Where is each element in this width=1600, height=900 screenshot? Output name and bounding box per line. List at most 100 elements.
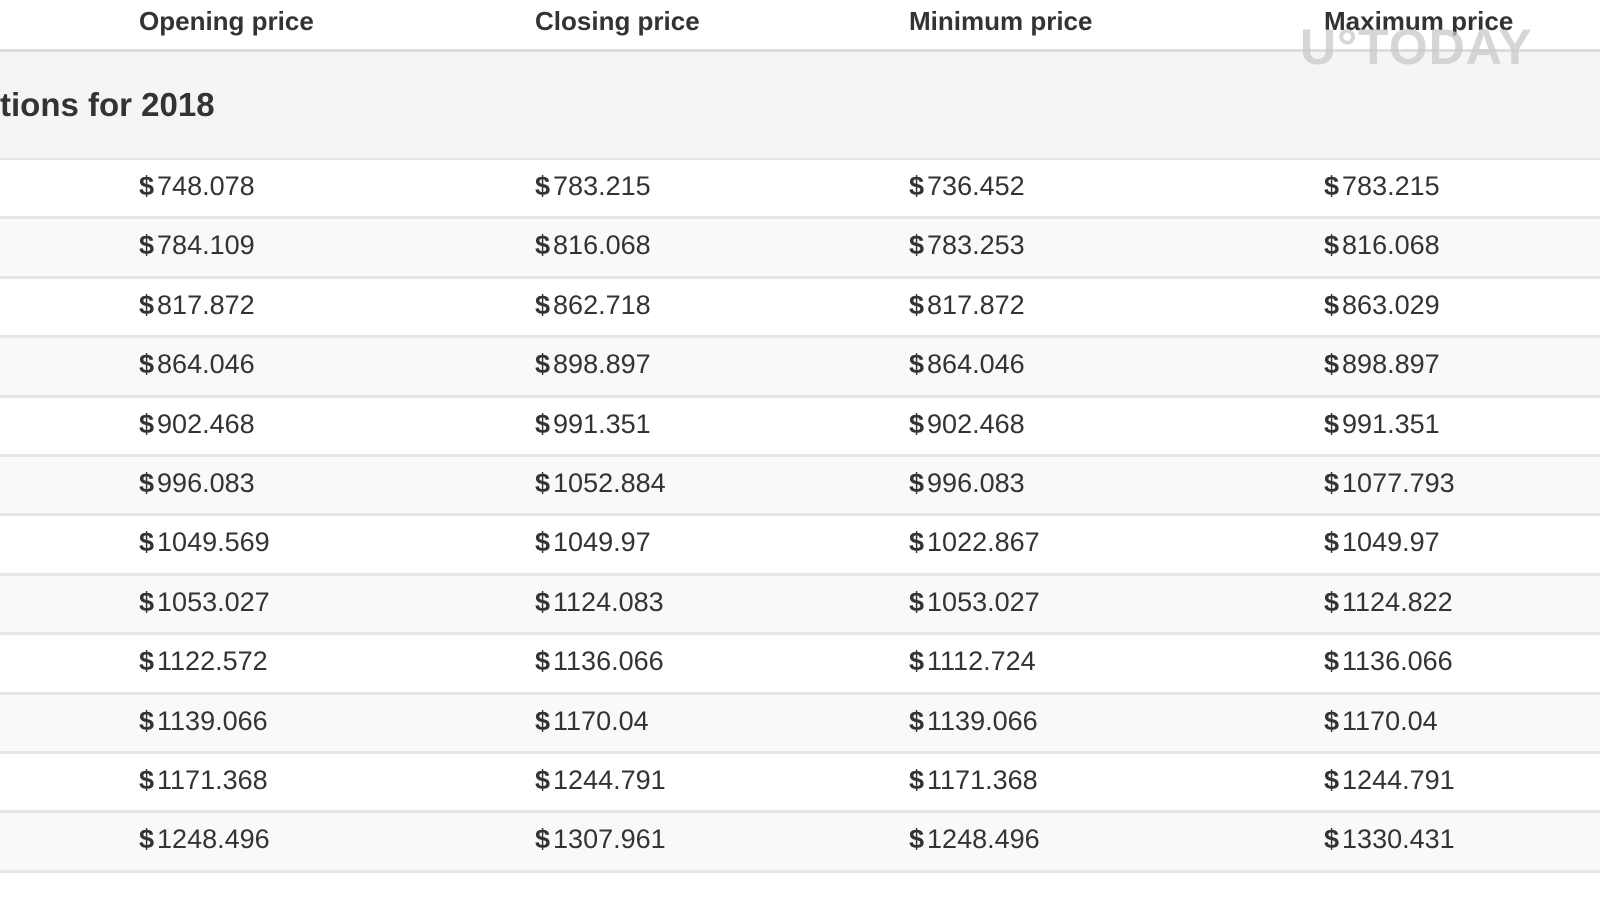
table-row: $1122.572 $1136.066 $1112.724 $1136.066 [0,635,1600,695]
currency-symbol: $ [535,467,551,498]
closing-price-cell: $1244.791 [535,765,666,796]
currency-symbol: $ [909,171,925,201]
header-minimum-price: Minimum price [909,6,1093,36]
currency-symbol: $ [535,824,551,855]
maximum-price-cell: $783.215 [1324,171,1440,202]
price-value: 816.068 [1342,230,1440,261]
closing-price-cell: $816.068 [535,230,651,261]
currency-symbol: $ [139,527,155,558]
price-value: 864.046 [927,349,1025,380]
table-row: $1248.496 $1307.961 $1248.496 $1330.431 [0,813,1600,873]
price-value: 1244.791 [1342,764,1455,795]
price-value: 1136.066 [553,646,664,677]
table-row: $817.872 $862.718 $817.872 $863.029 [0,278,1600,339]
price-value: 1248.496 [157,824,270,855]
currency-symbol: $ [139,230,155,261]
price-value: 902.468 [927,408,1025,439]
closing-price-cell: $1049.97 [535,527,651,558]
price-value: 1139.066 [927,705,1038,736]
currency-symbol: $ [139,467,155,498]
maximum-price-cell: $863.029 [1324,290,1440,321]
price-value: 991.351 [553,408,651,439]
price-value: 816.068 [553,230,651,261]
minimum-price-cell: $736.452 [909,171,1025,202]
opening-price-cell: $748.078 [139,171,255,202]
table-row: $784.109 $816.068 $783.253 $816.068 [0,219,1600,279]
currency-symbol: $ [535,764,551,795]
price-value: 1139.066 [157,705,268,736]
header-closing-price: Closing price [535,6,700,36]
currency-symbol: $ [1324,586,1340,617]
table-header-row: Opening price Closing price Minimum pric… [0,0,1600,52]
price-value: 898.897 [553,349,651,380]
currency-symbol: $ [909,646,925,677]
currency-symbol: $ [909,824,925,855]
price-value: 1052.884 [553,467,666,498]
maximum-price-cell: $991.351 [1324,409,1440,440]
minimum-price-cell: $902.468 [909,409,1025,440]
currency-symbol: $ [535,289,551,320]
currency-symbol: $ [139,764,155,795]
maximum-price-cell: $816.068 [1324,230,1440,261]
currency-symbol: $ [909,349,925,380]
currency-symbol: $ [1324,289,1340,320]
currency-symbol: $ [139,824,155,855]
currency-symbol: $ [139,349,155,380]
price-value: 1122.572 [157,646,268,677]
price-value: 817.872 [157,289,255,320]
currency-symbol: $ [139,289,155,320]
table-row: $996.083 $1052.884 $996.083 $1077.793 [0,456,1600,517]
closing-price-cell: $991.351 [535,409,651,440]
currency-symbol: $ [139,408,155,439]
currency-symbol: $ [535,408,551,439]
currency-symbol: $ [139,586,155,617]
opening-price-cell: $1053.027 [139,587,270,618]
table-row: $864.046 $898.897 $864.046 $898.897 [0,338,1600,398]
price-value: 996.083 [927,467,1025,498]
maximum-price-cell: $1049.97 [1324,527,1440,558]
currency-symbol: $ [1324,349,1340,380]
currency-symbol: $ [139,646,155,677]
table-row: $748.078 $783.215 $736.452 $783.215 [0,160,1600,220]
price-value: 1077.793 [1342,467,1455,498]
price-value: 996.083 [157,467,255,498]
closing-price-cell: $783.215 [535,171,651,202]
currency-symbol: $ [535,586,551,617]
currency-symbol: $ [1324,824,1340,855]
opening-price-cell: $1171.368 [139,765,268,796]
opening-price-cell: $902.468 [139,409,255,440]
price-value: 1049.97 [553,527,651,558]
maximum-price-cell: $1330.431 [1324,824,1455,855]
minimum-price-cell: $1053.027 [909,587,1040,618]
currency-symbol: $ [909,467,925,498]
currency-symbol: $ [909,764,925,795]
price-value: 1248.496 [927,824,1040,855]
maximum-price-cell: $1170.04 [1324,706,1438,737]
price-value: 1112.724 [927,646,1036,677]
maximum-price-cell: $1124.822 [1324,587,1453,618]
closing-price-cell: $1124.083 [535,587,664,618]
price-value: 783.215 [1342,171,1440,201]
currency-symbol: $ [1324,527,1340,558]
price-value: 1049.97 [1342,527,1440,558]
minimum-price-cell: $1171.368 [909,765,1038,796]
price-value: 1330.431 [1342,824,1455,855]
header-maximum-price: Maximum price [1324,6,1514,36]
price-value: 1124.083 [553,586,664,617]
price-value: 898.897 [1342,349,1440,380]
currency-symbol: $ [139,171,155,201]
price-value: 1022.867 [927,527,1040,558]
currency-symbol: $ [909,289,925,320]
table-row: $1053.027 $1124.083 $1053.027 $1124.822 [0,575,1600,636]
table-row: $1049.569 $1049.97 $1022.867 $1049.97 [0,516,1600,576]
maximum-price-cell: $1244.791 [1324,765,1455,796]
currency-symbol: $ [535,230,551,261]
currency-symbol: $ [535,646,551,677]
currency-symbol: $ [1324,408,1340,439]
currency-symbol: $ [535,171,551,201]
price-value: 1244.791 [553,764,666,795]
price-value: 736.452 [927,171,1025,201]
price-table-page: Opening price Closing price Minimum pric… [0,0,1600,900]
price-value: 991.351 [1342,408,1440,439]
currency-symbol: $ [909,408,925,439]
